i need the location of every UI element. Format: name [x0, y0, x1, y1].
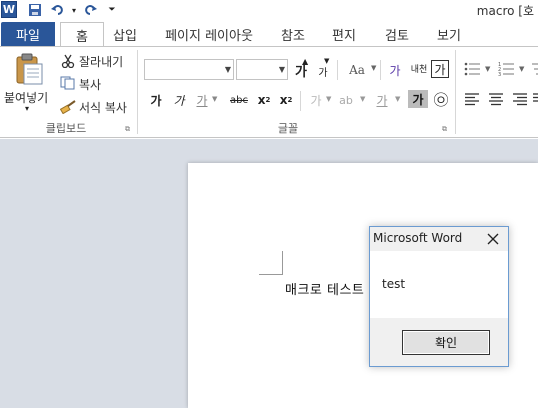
enclose-characters-button[interactable]: ㉧: [431, 89, 451, 109]
align-left-icon[interactable]: [464, 92, 480, 106]
clear-formatting-button[interactable]: 가: [385, 60, 405, 80]
format-painter-button[interactable]: 서식 복사: [79, 99, 127, 116]
font-color-button[interactable]: 가: [372, 90, 392, 110]
tab-page-layout[interactable]: 페이지 레이아웃: [160, 22, 258, 46]
margin-corner-mark: [259, 251, 283, 275]
ok-button[interactable]: 확인: [402, 330, 490, 355]
font-separator: [337, 60, 338, 80]
font-group-label: 글꼴: [277, 122, 299, 135]
font-size-combo[interactable]: ▼: [236, 59, 288, 80]
align-right-icon[interactable]: [512, 92, 528, 106]
cut-icon[interactable]: [61, 54, 75, 69]
paste-dropdown-icon[interactable]: ▾: [25, 104, 29, 113]
highlight-dropdown-icon[interactable]: ▼: [360, 95, 365, 103]
underline-dropdown-icon[interactable]: ▼: [212, 95, 217, 103]
format-painter-icon[interactable]: [59, 99, 77, 115]
align-center-icon[interactable]: [488, 92, 504, 106]
numbering-dropdown-icon[interactable]: ▼: [519, 65, 524, 73]
character-shading-button[interactable]: 가: [408, 90, 428, 108]
numbering-icon[interactable]: 123: [498, 61, 516, 78]
tab-insert[interactable]: 삽입: [109, 22, 141, 46]
font-name-combo[interactable]: ▼: [144, 59, 234, 80]
window-title: macro [호: [476, 4, 534, 18]
font-separator: [300, 91, 301, 111]
strikethrough-button[interactable]: abc: [226, 90, 252, 110]
tab-references[interactable]: 참조: [276, 22, 310, 46]
subscript-button[interactable]: x2: [254, 90, 274, 110]
bold-button[interactable]: 가: [146, 90, 166, 110]
superscript-button[interactable]: x2: [276, 90, 296, 110]
tab-view[interactable]: 보기: [432, 22, 466, 46]
phonetic-guide-button[interactable]: 내천: [408, 60, 430, 80]
change-case-button[interactable]: Aa: [344, 60, 370, 80]
tab-file[interactable]: 파일: [1, 22, 55, 46]
word-app-icon[interactable]: W: [1, 1, 17, 18]
undo-icon[interactable]: [50, 2, 66, 18]
shrink-font-button[interactable]: 가: [313, 61, 333, 81]
justify-icon[interactable]: [532, 92, 538, 106]
redo-icon[interactable]: [82, 2, 98, 18]
font-launcher-icon[interactable]: ⧉: [442, 125, 447, 134]
tab-mailings[interactable]: 편지: [327, 22, 361, 46]
text-effects-dropdown-icon[interactable]: ▼: [326, 95, 331, 103]
change-case-dropdown-icon[interactable]: ▼: [371, 64, 376, 72]
tab-home[interactable]: 홈: [60, 22, 104, 47]
font-separator: [380, 60, 381, 80]
clipboard-launcher-icon[interactable]: ⧉: [125, 125, 130, 134]
message-box-dialog: Microsoft Word test 확인: [369, 226, 509, 367]
multilevel-list-icon[interactable]: [530, 61, 538, 77]
bullets-icon[interactable]: [464, 61, 482, 77]
document-text[interactable]: 매크로 테스트: [285, 279, 364, 298]
dialog-title: Microsoft Word: [373, 231, 463, 245]
copy-icon[interactable]: [60, 76, 76, 90]
dialog-message: test: [382, 277, 406, 291]
undo-dropdown-icon[interactable]: ▾: [66, 2, 82, 18]
font-color-dropdown-icon[interactable]: ▼: [395, 95, 400, 103]
tab-review[interactable]: 검토: [380, 22, 414, 46]
save-icon[interactable]: [27, 2, 43, 18]
close-icon[interactable]: [483, 229, 503, 249]
group-separator: [137, 50, 138, 134]
highlight-color-icon[interactable]: ab: [336, 90, 356, 110]
grow-arrow-icon: ▲: [302, 57, 309, 66]
copy-button[interactable]: 복사: [79, 76, 101, 93]
italic-button[interactable]: 가: [169, 90, 189, 110]
cut-button[interactable]: 잘라내기: [79, 53, 123, 70]
customize-qat-icon[interactable]: ⏷: [104, 2, 120, 18]
underline-button[interactable]: 가: [192, 90, 212, 110]
clipboard-group-label: 클립보드: [45, 122, 87, 135]
svg-text:3: 3: [498, 72, 501, 77]
bullets-dropdown-icon[interactable]: ▼: [485, 65, 490, 73]
group-separator: [455, 50, 456, 134]
character-border-button[interactable]: 가: [431, 60, 449, 78]
shrink-arrow-icon: ▼: [324, 57, 330, 65]
paste-icon[interactable]: [12, 52, 46, 86]
text-effects-button[interactable]: 가: [306, 90, 326, 110]
